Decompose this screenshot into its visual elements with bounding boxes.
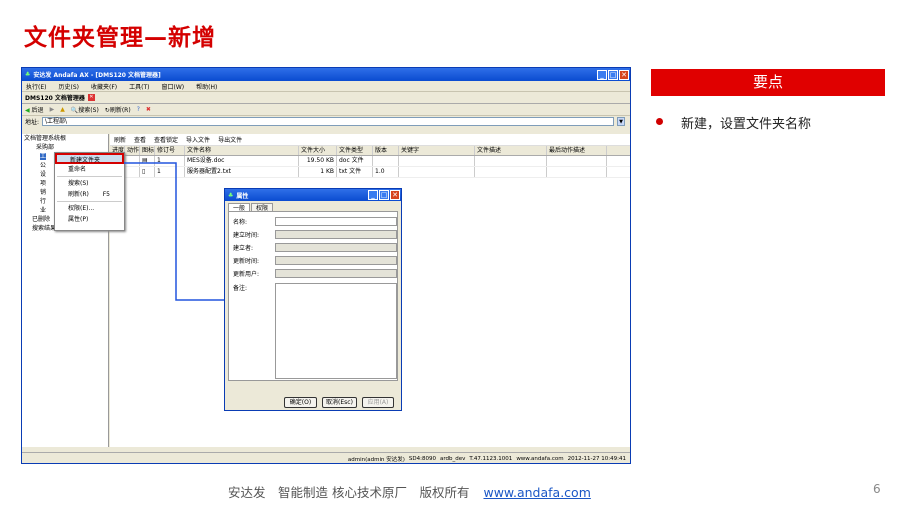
field-label-name: 名称: — [233, 219, 248, 226]
field-label-updated-user: 更新用户: — [233, 271, 260, 278]
created-time-field — [275, 230, 397, 239]
field-label-notes: 备注: — [233, 285, 248, 292]
dialog-close-button[interactable]: ✕ — [390, 190, 400, 200]
connector-arrow — [124, 162, 226, 301]
updated-time-field — [275, 256, 397, 265]
dialog-title: 属性 — [236, 192, 249, 200]
apply-button[interactable]: 应用(A) — [362, 397, 394, 408]
footer: 安达发 智能制造 核心技术原厂 版权所有 www.andafa.com — [228, 482, 591, 501]
ok-button[interactable]: 确定(O) — [284, 397, 317, 408]
field-label-updated-time: 更新时间: — [233, 258, 260, 265]
dialog-panel: 名称: 建立时间: 建立者: 更新时间: 更新用户: 备注: — [228, 211, 398, 381]
updated-user-field — [275, 269, 397, 278]
field-label-created-time: 建立时间: — [233, 232, 260, 239]
dialog-minimize-button[interactable]: _ — [368, 190, 378, 200]
creator-field — [275, 243, 397, 252]
page-number: 6 — [873, 482, 881, 496]
dialog-icon: ♣ — [228, 191, 234, 199]
name-input[interactable] — [275, 217, 397, 226]
dialog-titlebar: ♣ 属性 _ □ ✕ — [225, 189, 401, 201]
cancel-button[interactable]: 取消(Esc) — [322, 397, 357, 408]
footer-link[interactable]: www.andafa.com — [483, 485, 590, 500]
properties-dialog: ♣ 属性 _ □ ✕ 一般 权限 名称: 建立时间: 建立者: 更新时间: 更新… — [224, 188, 402, 411]
field-label-creator: 建立者: — [233, 245, 254, 252]
notes-textarea[interactable] — [275, 283, 397, 379]
dialog-maximize-button[interactable]: □ — [379, 190, 389, 200]
footer-text: 安达发 智能制造 核心技术原厂 版权所有 — [228, 485, 470, 500]
